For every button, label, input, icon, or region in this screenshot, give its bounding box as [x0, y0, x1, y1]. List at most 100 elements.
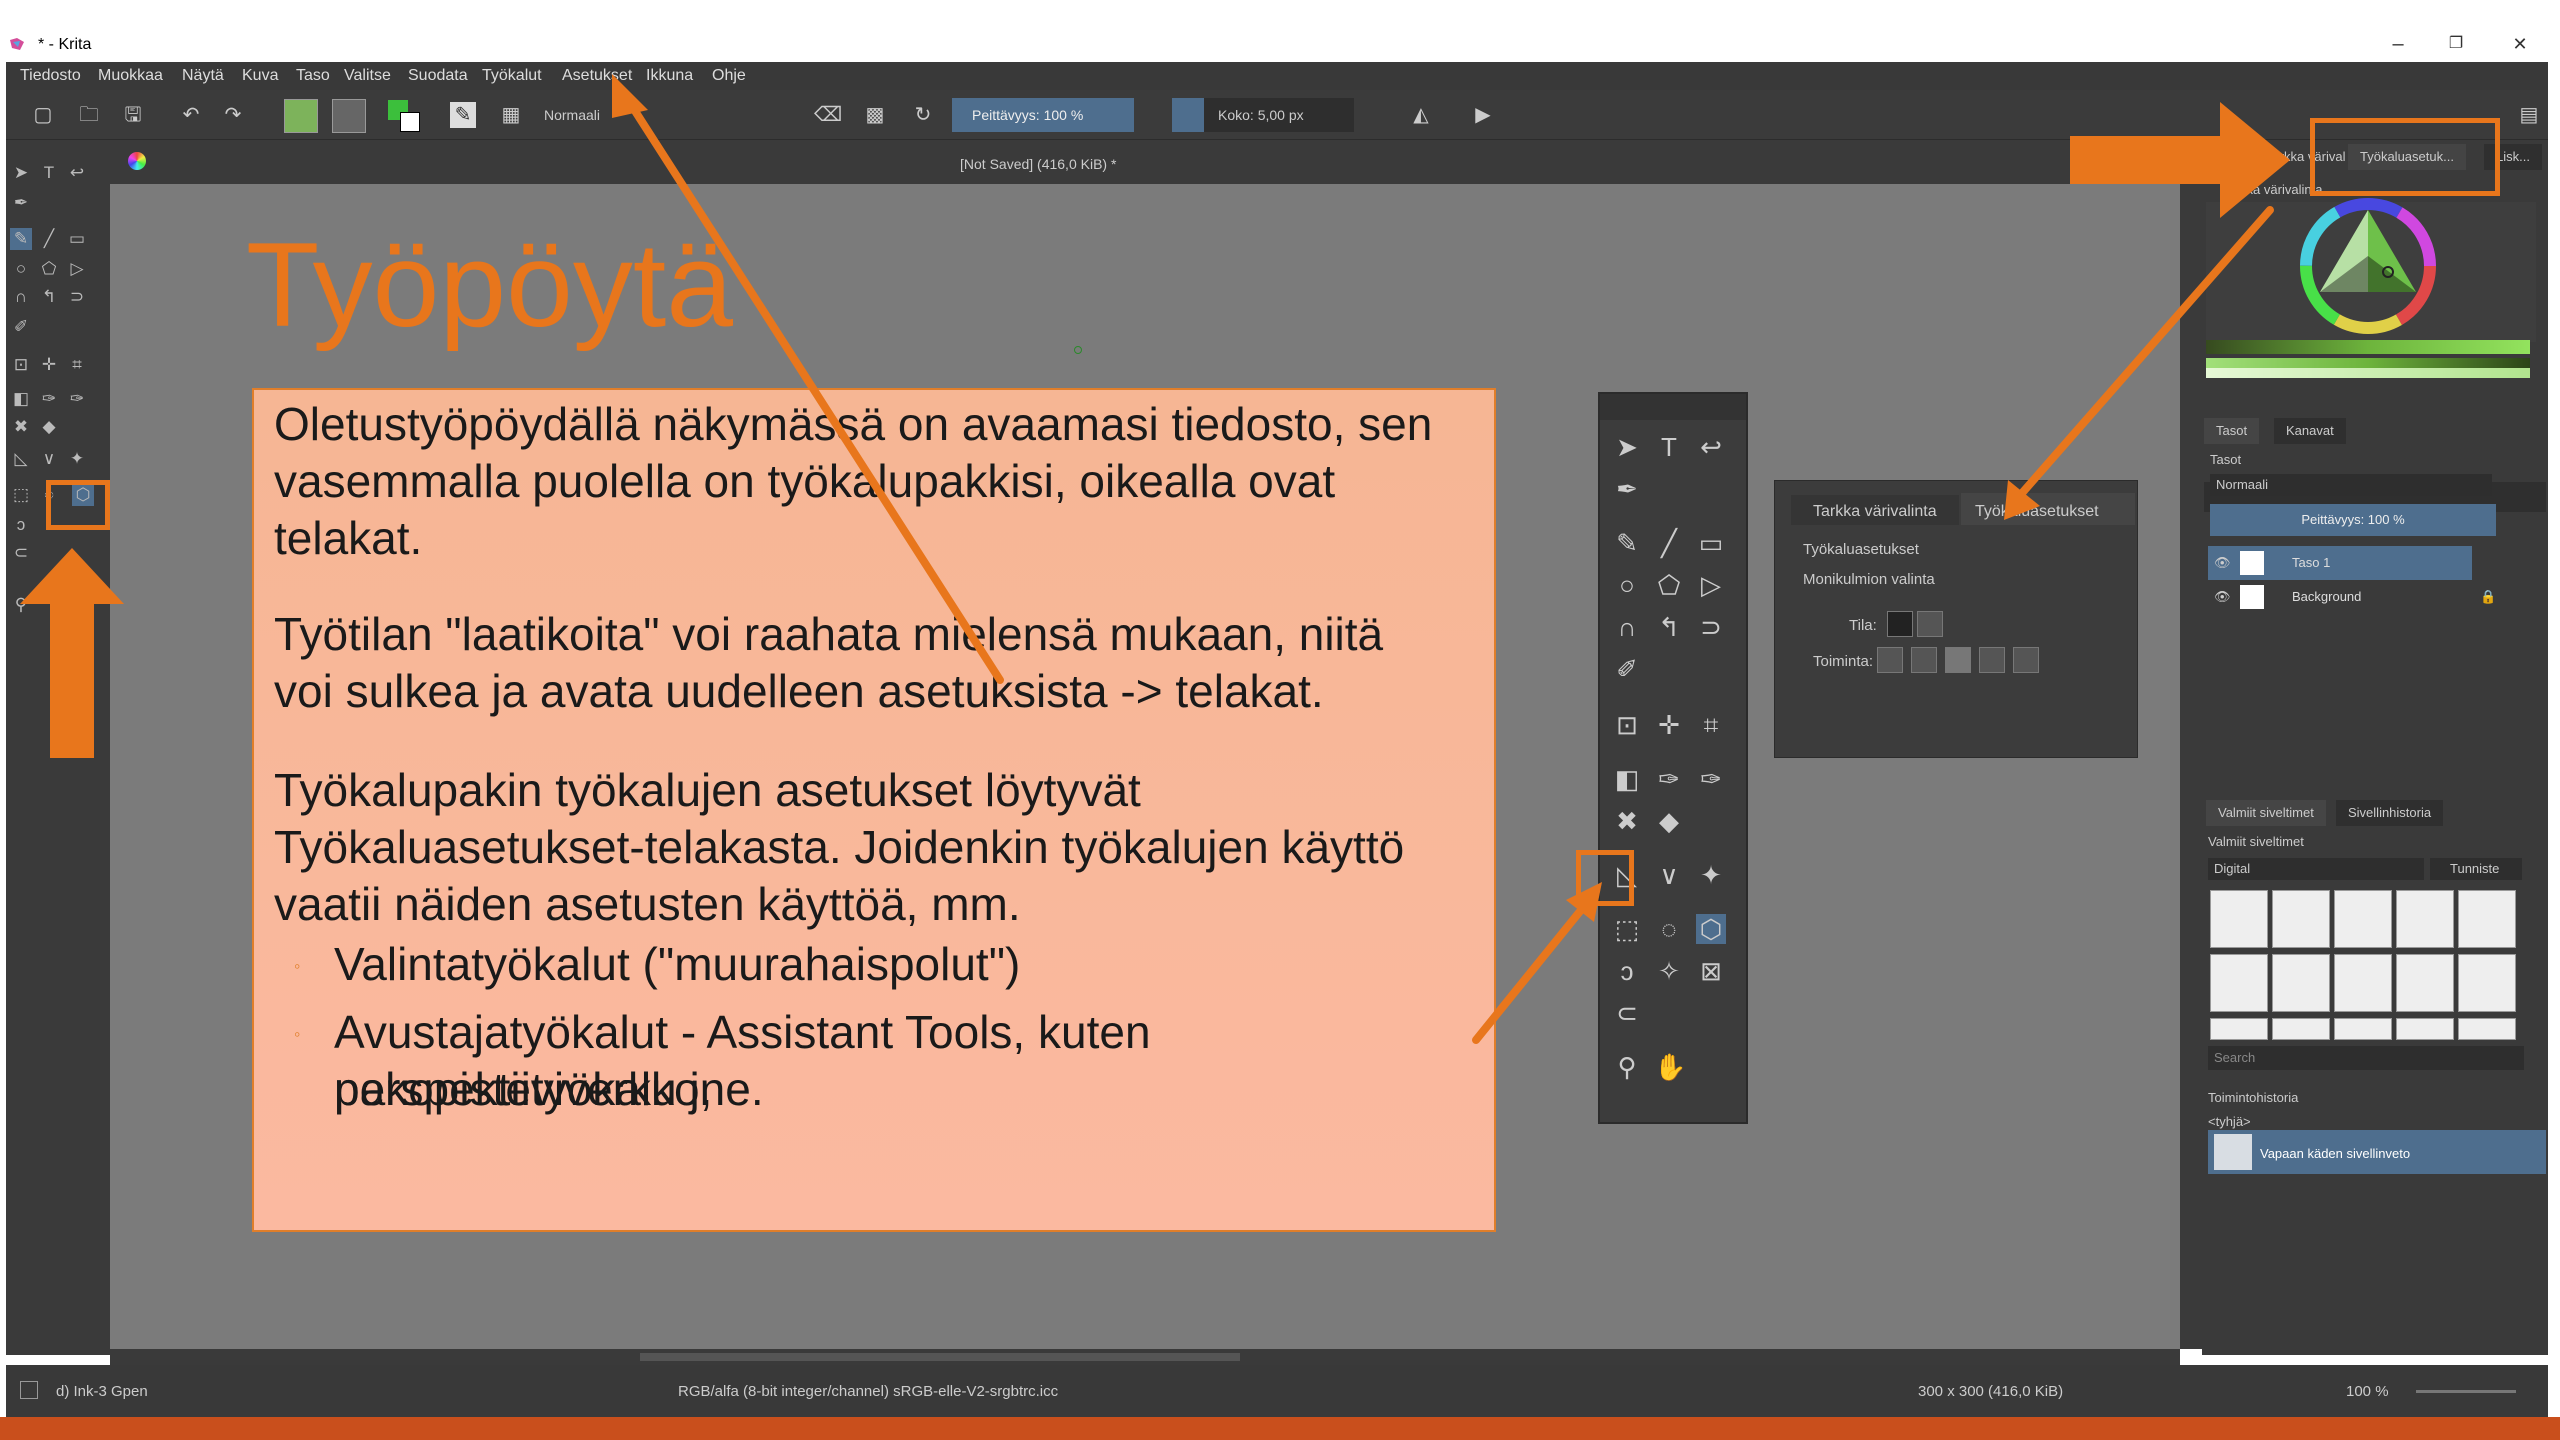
tab-kanavat[interactable]: Kanavat	[2274, 418, 2346, 444]
polyline-tool-icon[interactable]: ▷	[66, 258, 88, 280]
menu-tyokalut[interactable]: Työkalut	[482, 67, 542, 85]
color-wheel[interactable]	[2298, 196, 2438, 336]
brush-preset-tile[interactable]	[2396, 890, 2454, 948]
multibrush-tool-icon[interactable]: ✐	[1612, 654, 1642, 684]
rect-select-tool-icon[interactable]: ⬚	[10, 484, 32, 506]
undo-icon[interactable]: ↶	[178, 102, 204, 128]
polygon-tool-icon[interactable]: ⬠	[38, 258, 60, 280]
menu-ohje[interactable]: Ohje	[712, 67, 746, 85]
mode-vector-button[interactable]	[1917, 611, 1943, 637]
text-tool-icon[interactable]: T	[1654, 432, 1684, 462]
magic-wand-tool-icon[interactable]: ✧	[1654, 956, 1684, 986]
crop-tool-icon[interactable]: ⌗	[66, 354, 88, 376]
layer-blend-select[interactable]: Normaali	[2210, 474, 2492, 496]
smart-patch-tool-icon[interactable]: ✑	[66, 388, 88, 410]
docker-toggle-icon[interactable]: ▤	[2516, 102, 2542, 128]
ellipse-tool-icon[interactable]: ○	[1612, 570, 1642, 600]
dynamic-brush-tool-icon[interactable]: ⊃	[1696, 612, 1726, 642]
brush-tag-select[interactable]: Tunniste	[2430, 858, 2522, 880]
transform-tool-icon[interactable]: ⊡	[1612, 710, 1642, 740]
blend-mode-select[interactable]: Normaali	[536, 98, 796, 132]
gradient-swatch[interactable]	[284, 99, 318, 133]
brush-preset-tile[interactable]	[2272, 1018, 2330, 1040]
line-tool-icon[interactable]: ╱	[1654, 528, 1684, 558]
polygon-select-tool-icon[interactable]: ⬡	[1696, 914, 1726, 944]
brush-preset-tile[interactable]	[2272, 890, 2330, 948]
menu-asetukset[interactable]: Asetukset	[562, 67, 632, 85]
pattern-swatch[interactable]	[332, 99, 366, 133]
menu-valitse[interactable]: Valitse	[344, 67, 391, 85]
gradient-tool-icon[interactable]: ◧	[1612, 764, 1642, 794]
menu-muokkaa[interactable]: Muokkaa	[98, 67, 163, 85]
layer-row-taso1[interactable]: 👁 Taso 1	[2208, 546, 2544, 580]
reference-tool-icon[interactable]: ✦	[1696, 860, 1726, 890]
color-picker-tool-icon[interactable]: ✑	[38, 388, 60, 410]
line-tool-icon[interactable]: ╱	[38, 228, 60, 250]
measure-tool-icon[interactable]: ∨	[1654, 860, 1684, 890]
bezier-select-tool-icon[interactable]: ⊂	[1612, 998, 1642, 1028]
horizontal-scroll-thumb[interactable]	[640, 1353, 1240, 1361]
pan-tool-icon[interactable]: ✋	[1654, 1052, 1686, 1082]
rect-select-tool-icon[interactable]: ⬚	[1612, 914, 1642, 944]
color-picker-tool-icon[interactable]: ✑	[1654, 764, 1684, 794]
bezier-tool-icon[interactable]: ∩	[10, 286, 32, 308]
brush-preset-tile[interactable]	[2334, 890, 2392, 948]
fill-tool-icon[interactable]: ◆	[1654, 806, 1684, 836]
mirror-horizontal-icon[interactable]: ◭	[1408, 102, 1434, 128]
zoom-slider[interactable]	[2416, 1390, 2516, 1393]
vertical-scrollbar[interactable]	[2180, 184, 2202, 1349]
freehand-select-tool-icon[interactable]: ↄ	[1612, 956, 1642, 986]
new-document-icon[interactable]: ▢	[30, 102, 56, 128]
tab-precise-color[interactable]: Tarkka värivalinta	[1813, 503, 1937, 521]
save-icon[interactable]: 🖫	[120, 102, 146, 128]
history-empty-item[interactable]: <tyhjä>	[2208, 1114, 2251, 1129]
menu-suodata[interactable]: Suodata	[408, 67, 468, 85]
crop-tool-icon[interactable]: ⌗	[1696, 710, 1726, 740]
freehand-brush-tool-icon[interactable]: ✎	[1612, 528, 1642, 558]
tab-tool-options[interactable]: Työkaluasetukset	[1975, 503, 2099, 521]
tab-tasot[interactable]: Tasot	[2204, 418, 2260, 444]
redo-icon[interactable]: ↷	[220, 102, 246, 128]
edit-shapes-tool-icon[interactable]: ✒	[1612, 474, 1642, 504]
freehand-path-tool-icon[interactable]: ↰	[38, 286, 60, 308]
similar-select-tool-icon[interactable]: ⊠	[1696, 956, 1726, 986]
calligraphy-tool-icon[interactable]: ↩	[66, 162, 88, 184]
menu-kuva[interactable]: Kuva	[242, 67, 278, 85]
alpha-lock-icon[interactable]: ▩	[862, 102, 888, 128]
brush-preset-tile[interactable]	[2210, 954, 2268, 1012]
history-item[interactable]: Vapaan käden sivellinveto	[2260, 1146, 2410, 1161]
mode-pixel-button[interactable]	[1887, 611, 1913, 637]
select-shapes-tool-icon[interactable]: ➤	[1612, 432, 1642, 462]
close-button[interactable]: ✕	[2500, 30, 2540, 58]
calligraphy-tool-icon[interactable]: ↩	[1696, 432, 1726, 462]
brush-grid-icon[interactable]: ▦	[498, 102, 524, 128]
color-wheel-icon[interactable]	[128, 152, 146, 170]
color-slider-1[interactable]	[2206, 340, 2530, 354]
move-tool-icon[interactable]: ✛	[38, 354, 60, 376]
brush-preset-tile[interactable]	[2458, 954, 2516, 1012]
brush-preset-tile[interactable]	[2334, 954, 2392, 1012]
zoom-tool-icon[interactable]: ⚲	[10, 594, 32, 616]
smart-patch-tool-icon[interactable]: ✑	[1696, 764, 1726, 794]
brush-preset-tile[interactable]	[2458, 890, 2516, 948]
brush-filter-select[interactable]: Digital	[2208, 858, 2424, 880]
eraser-icon[interactable]: ⌫	[814, 102, 842, 128]
freehand-path-tool-icon[interactable]: ↰	[1654, 612, 1684, 642]
brush-preset-tile[interactable]	[2210, 1018, 2268, 1040]
lock-icon[interactable]: 🔒	[2480, 580, 2496, 614]
assistant-tool-icon[interactable]: ◺	[10, 448, 32, 470]
visibility-eye-icon[interactable]: 👁	[2214, 546, 2231, 580]
gradient-tool-icon[interactable]: ◧	[10, 388, 32, 410]
multibrush-tool-icon[interactable]: ✐	[10, 316, 32, 338]
action-intersect-button[interactable]	[1911, 647, 1937, 673]
background-color[interactable]	[400, 112, 420, 132]
edit-shapes-tool-icon[interactable]: ✒	[10, 192, 32, 214]
bezier-select-tool-icon[interactable]: ⊂	[10, 542, 32, 564]
restore-button[interactable]: ❐	[2436, 30, 2476, 58]
polyline-tool-icon[interactable]: ▷	[1696, 570, 1726, 600]
rectangle-tool-icon[interactable]: ▭	[66, 228, 88, 250]
menu-tiedosto[interactable]: Tiedosto	[20, 67, 81, 85]
layer-row-background[interactable]: 👁 Background 🔒	[2208, 580, 2544, 614]
color-slider-3[interactable]	[2206, 368, 2530, 378]
mirror-vertical-icon[interactable]: ▶	[1470, 102, 1496, 128]
